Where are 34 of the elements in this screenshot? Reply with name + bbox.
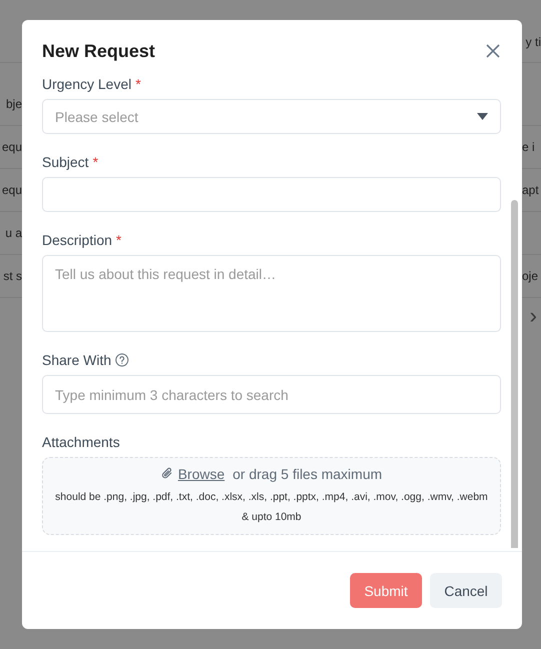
required-mark: * — [136, 76, 141, 92]
cancel-button[interactable]: Cancel — [430, 573, 502, 608]
paperclip-icon — [160, 467, 173, 480]
required-mark: * — [116, 232, 122, 248]
upload-area[interactable]: Browse or drag 5 files maximum should be .png, .jpg, .pdf, .txt, .doc, .xlsx, .xls, .ppt, .pptx, .mp4, .avi, .mov, .ogg, .wmv, .webm & upto 10mb — [42, 457, 501, 535]
submit-button[interactable]: Submit — [350, 573, 422, 608]
field-label: Urgency Level — [42, 76, 132, 92]
help-icon[interactable] — [115, 353, 130, 367]
browse-link[interactable]: Browse — [178, 466, 225, 482]
dialog-title: New Request — [42, 40, 156, 62]
field-label: Subject — [42, 154, 89, 170]
background-text: y ti — [526, 35, 541, 49]
select-field[interactable]: Please select — [42, 99, 501, 134]
next-page-arrow[interactable]: › — [530, 303, 537, 329]
background-text: u a — [5, 226, 22, 240]
background-text: bje — [6, 97, 22, 111]
field-label: Attachments — [42, 434, 120, 450]
text-field[interactable] — [42, 177, 501, 212]
required-mark: * — [92, 154, 98, 170]
scrollbar-thumb[interactable] — [511, 200, 518, 548]
text-area[interactable]: Tell us about this request in detail… — [42, 255, 501, 332]
caret-icon — [477, 113, 488, 120]
drop-hint: or drag 5 files maximum — [232, 466, 382, 482]
background-text: equ — [2, 140, 22, 154]
field-label: Share With — [42, 352, 112, 368]
close-button[interactable] — [484, 42, 502, 60]
background-text: st s — [3, 269, 22, 283]
field-label: Description — [42, 232, 112, 248]
text-field[interactable]: Type minimum 3 characters to search — [42, 375, 501, 414]
background-text: e i — [522, 140, 535, 154]
background-text: oje — [522, 269, 538, 283]
background-text: equ — [2, 183, 22, 197]
background-text: apt — [522, 183, 539, 197]
file-types-note: should be .png, .jpg, .pdf, .txt, .doc, .xlsx, .xls, .ppt, .pptx, .mp4, .avi, .mov, .ogg, .wmv, .webm & upto 10mb — [54, 490, 489, 524]
